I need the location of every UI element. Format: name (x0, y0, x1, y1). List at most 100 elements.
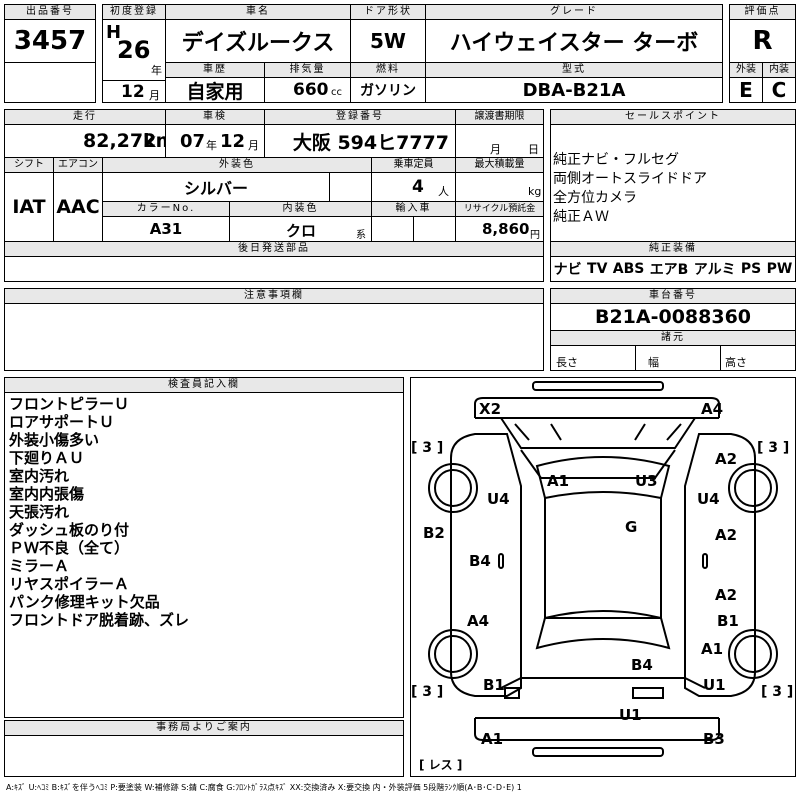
mileage-cell: 82,272 km (4, 124, 166, 158)
later-parts-label: 後日発送部品 (4, 241, 544, 257)
car-name-label: 車名 (165, 4, 351, 20)
damage-mark: A2 (715, 586, 738, 604)
doors-label: ドア形状 (350, 4, 426, 20)
capacity-label: 乗車定員 (371, 157, 456, 173)
tire-fl: [ 3 ] (411, 440, 444, 456)
dim-height: 高さ (720, 345, 796, 371)
import-b (413, 216, 456, 242)
inspector-line: リヤスポイラーＡ (9, 575, 130, 593)
recycle-cell: 8,860 円 (455, 216, 544, 242)
load-cell: kg (455, 172, 544, 202)
damage-mark: G (625, 518, 638, 536)
genuine-items: ナビ TV ABS エアB アルミ PS PW (550, 256, 796, 282)
color-no-label: カラーNo. (102, 201, 230, 217)
tire-rl: [ 3 ] (411, 684, 444, 700)
displacement-cell: 660 cc (264, 77, 351, 103)
chassis-number: B21A-0088360 (550, 303, 796, 331)
grade-label: グレード (425, 4, 723, 20)
lot-blank (4, 62, 96, 103)
reg-no: 大阪 594ヒ7777 (264, 124, 456, 158)
sales-point: 純正ＡＷ (553, 209, 609, 225)
year-unit: 年 (151, 64, 162, 77)
damage-mark: U1 (619, 706, 642, 724)
capacity-cell: 4 人 (371, 172, 456, 202)
sales-label: セールスポイント (550, 109, 796, 125)
mirror-left (498, 553, 504, 569)
genuine-item: アルミ (693, 262, 736, 278)
capacity: 4 (412, 177, 424, 197)
damage-mark: B1 (483, 676, 505, 694)
score: R (729, 19, 796, 63)
damage-mark: B2 (423, 524, 445, 542)
displacement-label: 排気量 (264, 62, 351, 78)
damage-mark: X2 (479, 400, 502, 418)
shift: IAT (4, 172, 54, 242)
damage-mark: U1 (703, 676, 726, 694)
rear-window (535, 610, 671, 650)
first-reg-month-cell: 12 月 (102, 80, 166, 103)
int-color-unit: 系 (356, 230, 366, 241)
damage-mark: U4 (487, 490, 510, 508)
inspector-label: 検査員記入欄 (4, 377, 404, 393)
mirror-right (702, 553, 708, 569)
roof (544, 498, 662, 619)
color-label: 外装色 (102, 157, 372, 173)
fuel-label: 燃料 (350, 62, 426, 78)
hood (500, 417, 696, 449)
shift-label: シフト (4, 157, 54, 173)
damage-diagram: [ 3 ] [ 3 ] [ 3 ] [ 3 ] [ レス ] X2 A4 A2 … (410, 377, 796, 777)
reg-month: 12 (121, 82, 145, 102)
sales-point: 両側オートスライドドア (553, 171, 707, 187)
office-info (4, 735, 404, 777)
transfer-label: 譲渡書期限 (455, 109, 544, 125)
inspector-line: ミラーＡ (9, 557, 70, 575)
insp-month-unit: 月 (248, 139, 259, 152)
transfer-day: 日 (528, 143, 539, 156)
grille-lines (514, 423, 682, 441)
chassis-label: 車台番号 (550, 288, 796, 304)
inspector-line: フロントピラーＵ (9, 395, 130, 413)
ac-label: エアコン (53, 157, 103, 173)
inspection-label: 車検 (165, 109, 265, 125)
wheel-rr (728, 629, 778, 679)
inspector-line: 外装小傷多い (9, 431, 100, 449)
int-color-cell: クロ 系 (229, 216, 372, 242)
transfer-month: 月 (490, 143, 501, 156)
genuine-item: PW (766, 261, 793, 277)
damage-mark: A1 (547, 472, 570, 490)
km-unit: km (143, 130, 165, 152)
later-parts (4, 256, 544, 282)
sales-point: 純正ナビ・フルセグ (553, 152, 679, 168)
grade: ハイウェイスター ターボ (425, 19, 723, 63)
damage-mark: U4 (697, 490, 720, 508)
score-label: 評価点 (729, 4, 796, 20)
damage-mark: B4 (469, 552, 491, 570)
fuel: ガソリン (350, 77, 426, 103)
genuine-item: PS (740, 261, 762, 277)
ac: AAC (53, 172, 103, 242)
rear-bumper-bottom (532, 747, 664, 757)
car-diagram-svg (428, 381, 778, 757)
office-label: 事務局よりご案内 (4, 720, 404, 736)
insp-year-unit: 年 (206, 139, 217, 152)
transfer-cell: 月 日 (455, 124, 544, 158)
damage-mark: U3 (635, 472, 658, 490)
import-label: 輸入車 (371, 201, 456, 217)
reg-year: 26 (117, 36, 151, 64)
inspector-line: ダッシュ板のり付 (9, 521, 130, 539)
reg-no-label: 登録番号 (264, 109, 456, 125)
inspector-line: 室内汚れ (9, 467, 70, 485)
history: 自家用 (165, 77, 265, 103)
damage-mark: B4 (631, 656, 653, 674)
damage-mark: A1 (481, 730, 504, 748)
dims-label: 諸元 (550, 330, 796, 346)
int-grade: C (762, 77, 796, 103)
tire-fr: [ 3 ] (757, 440, 790, 456)
front-bumper (474, 397, 720, 418)
capacity-unit: 人 (438, 185, 449, 198)
model: DBA-B21A (425, 77, 723, 103)
inspector-line: パンク修理キット欠品 (9, 593, 160, 611)
damage-mark: B3 (703, 730, 725, 748)
ext-grade: E (729, 77, 763, 103)
notes-label: 注意事項欄 (4, 288, 544, 304)
